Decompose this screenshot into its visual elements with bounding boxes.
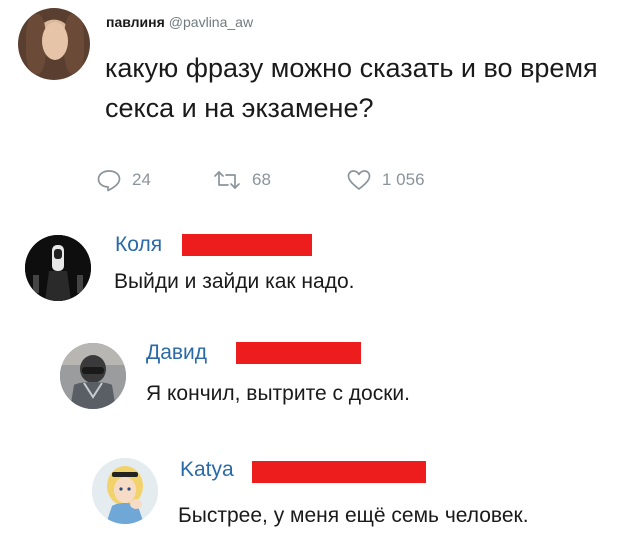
comment: Katya Быстрее, у меня ещё семь человек. [0, 445, 640, 545]
comment-author-name[interactable]: Katya [180, 457, 234, 483]
tweet-author-avatar[interactable] [18, 8, 90, 80]
avatar[interactable] [25, 235, 91, 301]
redaction-bar [182, 234, 312, 256]
reply-count: 24 [132, 170, 151, 189]
like-button[interactable]: 1 056 [346, 168, 425, 192]
reply-button[interactable]: 24 [96, 168, 151, 192]
retweet-button[interactable]: 68 [212, 168, 271, 192]
comment-text: Быстрее, у меня ещё семь человек. [178, 504, 529, 527]
comment-author-name[interactable]: Давид [146, 340, 207, 366]
comment-author-name[interactable]: Коля [115, 232, 162, 258]
retweet-count: 68 [252, 170, 271, 189]
tweet-author-handle[interactable]: @pavlina_aw [169, 14, 253, 30]
like-count: 1 056 [382, 170, 425, 189]
avatar[interactable] [92, 458, 158, 524]
tweet-header: павлиня @pavlina_aw [106, 14, 253, 30]
comment-text: Выйди и зайди как надо. [114, 270, 355, 293]
comment-text: Я кончил, вытрите с доски. [146, 382, 410, 405]
reply-icon [96, 168, 122, 192]
heart-icon [346, 168, 372, 192]
tweet-author-name[interactable]: павлиня [106, 14, 165, 30]
comment: Давид Я кончил, вытрите с доски. [0, 330, 640, 420]
comment: Коля Выйди и зайди как надо. [0, 222, 640, 312]
redaction-bar [252, 461, 426, 483]
avatar[interactable] [60, 343, 126, 409]
retweet-icon [212, 168, 242, 192]
redaction-bar [236, 342, 361, 364]
avatar-face [42, 22, 68, 60]
tweet-text: какую фразу можно сказать и во время сек… [105, 53, 598, 123]
tweet: павлиня @pavlina_aw какую фразу можно ска… [0, 0, 640, 205]
